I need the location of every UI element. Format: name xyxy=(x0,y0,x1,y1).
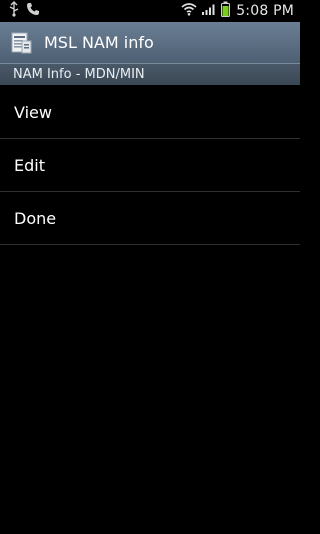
menu-item-view[interactable]: View xyxy=(0,86,300,139)
usb-icon xyxy=(8,1,20,21)
status-time: 5:08 PM xyxy=(236,3,294,19)
battery-icon xyxy=(221,1,231,21)
signal-icon xyxy=(201,2,217,20)
status-bar: 5:08 PM xyxy=(0,0,300,22)
menu-item-done[interactable]: Done xyxy=(0,192,300,245)
title-bar: MSL NAM info xyxy=(0,22,300,63)
menu-item-label: View xyxy=(14,102,52,122)
status-right-icons: 5:08 PM xyxy=(181,1,294,21)
app-title: MSL NAM info xyxy=(44,33,154,52)
menu-item-edit[interactable]: Edit xyxy=(0,139,300,192)
status-left-icons xyxy=(8,1,40,21)
section-header-text: NAM Info - MDN/MIN xyxy=(13,67,145,82)
menu-item-label: Done xyxy=(14,208,57,228)
wifi-icon xyxy=(181,2,197,20)
phone-icon xyxy=(26,2,40,20)
app-icon xyxy=(9,31,33,55)
menu-item-label: Edit xyxy=(14,155,45,175)
screen: 5:08 PM MSL NAM info NAM Info - MDN/MIN … xyxy=(0,0,300,534)
section-header: NAM Info - MDN/MIN xyxy=(0,63,300,85)
menu-list: View Edit Done xyxy=(0,86,300,245)
